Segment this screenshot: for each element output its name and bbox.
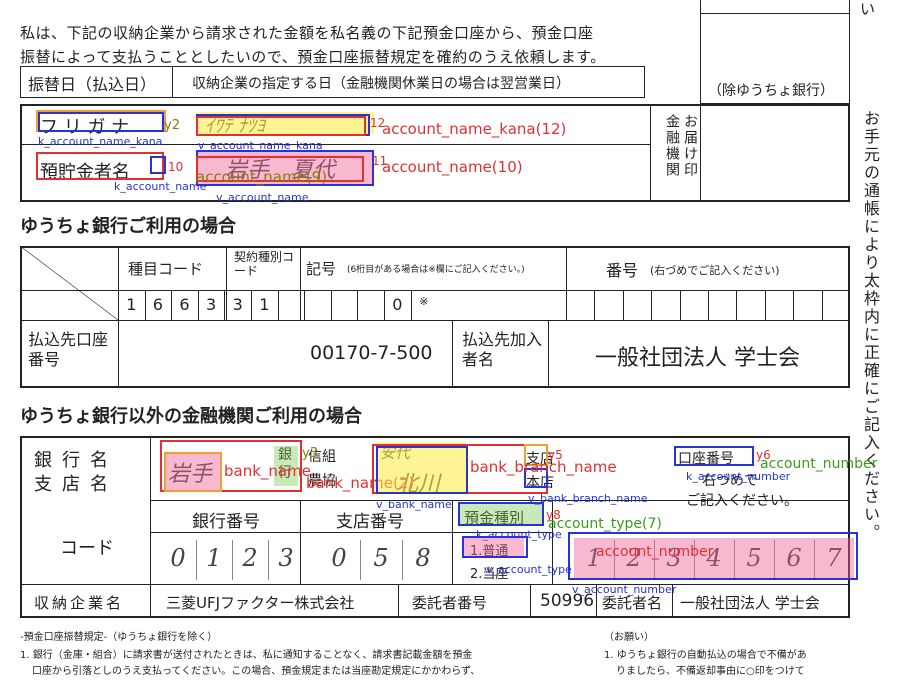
code-label: コード (60, 538, 114, 559)
annotation-y3: y3 (302, 446, 318, 461)
footer-left-line-2: 口座から引落としのうえ支払ってください。この場合、預金規定または当座勘定規定にか… (32, 666, 481, 677)
name-key-red-box (36, 152, 164, 180)
consignor-name: 一般社団法人 学士会 (680, 594, 820, 612)
branch-number-digit: 0 (331, 544, 347, 572)
seal-label-2: お届け印 (682, 114, 698, 178)
annotation-y5: y5 (548, 448, 563, 462)
bank-branch-name-label: bank_branch_name (470, 458, 617, 476)
branch-value-box (376, 446, 468, 494)
yucho-col-kigo: 記号 (306, 260, 337, 278)
yucho-digit-cell (357, 290, 385, 320)
payee-value: 00170-7-500 (310, 342, 433, 364)
account-number-value-label: account_number (596, 544, 714, 560)
yucho-digit: ※ (419, 295, 429, 308)
yucho-right-cell-divider (651, 290, 653, 320)
company-label: 収納企業名 (34, 594, 125, 612)
company-value: 三菱UFJファクター株式会社 (166, 594, 355, 612)
consignor-number-label: 委託者番号 (412, 594, 488, 612)
side-instruction: お手元の通帳により太枠内に正確にご記入ください。 (861, 110, 880, 542)
yucho-digit-cell (304, 290, 332, 320)
yucho-section-title: ゆうちょ銀行ご利用の場合 (20, 216, 236, 237)
yucho-right-cell-divider (708, 290, 709, 320)
yucho-right-cell-divider (566, 290, 567, 320)
bank-label: 銀行名 (34, 450, 118, 471)
v-account-type-label: v_account_type (486, 563, 572, 576)
kana-value-red-box (196, 116, 366, 136)
name-key-box (150, 156, 166, 174)
bank-value-orange-box (164, 452, 222, 492)
right-align-note-2: ご記入ください。 (686, 493, 798, 509)
subscriber-label: 払込先加入者名 (462, 330, 543, 369)
yucho-diagonal (20, 246, 118, 320)
intro-line-2: 振替によって支払うこととしたいので、預金口座振替規定を確約のうえ依頼します。 (20, 48, 606, 66)
bank-number-digit: 0 (170, 544, 186, 572)
yucho-digit: 6 (179, 295, 190, 314)
yucho-col-code: 種目コード (128, 260, 204, 278)
annotation-y11: 11 (372, 154, 388, 168)
yucho-digit: 1 (126, 295, 137, 314)
yucho-digit: 3 (206, 295, 217, 314)
yucho-col-type: 契約種別コード (234, 250, 295, 278)
yucho-right-cell-divider (821, 290, 823, 320)
v-account-name-label: v_account_name (216, 191, 309, 204)
top-right-char: い (860, 0, 876, 18)
transfer-label: 振替日（払込日） (28, 75, 157, 94)
yucho-col-bango-note: (右づめでご記入ください) (650, 264, 780, 277)
intro-line-1: 私は、下記の収納企業から請求された金額を私名義の下記預金口座から、預金口座 (20, 24, 594, 42)
account-type-label: account_type(7) (548, 516, 662, 532)
yucho-digit-cell (330, 290, 359, 320)
annotation-y10: 10 (168, 160, 184, 174)
branch-number-digit: 8 (415, 544, 431, 572)
k-account-name-kana-label: k_account_name_kana (38, 135, 163, 148)
yucho-col-bango: 番号 (606, 261, 639, 280)
other-section-title: ゆうちょ銀行以外の金融機関ご利用の場合 (20, 406, 362, 427)
yucho-right-cell-divider (793, 290, 795, 320)
account-name-9-label: account_name(9) (196, 168, 328, 186)
branch-number-digit: 5 (373, 544, 389, 572)
footer-right-line-2: りましたら、不備返却事由に○印をつけて (616, 666, 805, 677)
bank-number-digit: 2 (242, 544, 258, 572)
account-number-label: account_number (760, 456, 878, 472)
k-account-name-label: k_account_name (114, 180, 207, 193)
bank-number-label: 銀行番号 (192, 512, 260, 532)
yucho-right-cell-divider (736, 290, 738, 320)
account-type-value-box (462, 536, 528, 558)
transfer-value: 収納企業の指定する日（金融機関休業日の場合は翌営業日） (192, 76, 570, 92)
annotation-y2: y2 (164, 118, 180, 133)
yucho-col-kigo-note: (6桁目がある場合は※欄にご記入ください。) (347, 265, 525, 275)
yucho-right-cell-divider (764, 290, 766, 320)
yucho-digit-cell (277, 290, 306, 320)
yucho-right-cell-divider (622, 290, 624, 320)
footer-right-title: （お願い） (604, 632, 654, 643)
footer-left-line-1: 1. 銀行（金庫・組合）に請求書が送付されたときは、私に通知することなく、請求書… (20, 650, 473, 661)
subscriber-value: 一般社団法人 学士会 (595, 346, 800, 371)
account-type-key-box (458, 502, 544, 526)
bank-number-digit: 1 (206, 544, 222, 572)
bank-number-digit: 3 (278, 544, 294, 572)
account-name-kana-label: account_name_kana(12) (382, 120, 567, 138)
kana-key-box (38, 112, 164, 132)
yucho-right-cell-divider (594, 290, 596, 320)
v-bank-branch-name-label: v_bank_branch_name (528, 492, 648, 505)
bank-name-label: bank_name (224, 462, 311, 480)
v-account-number-label: v_account_number (572, 583, 677, 596)
account-name-label: account_name(10) (382, 158, 523, 176)
annotation-y12: 12 (370, 116, 386, 130)
top-right-box (700, 0, 850, 14)
seal-label-1: 金融機関 (664, 114, 680, 178)
branch-label: 支店名 (34, 474, 118, 495)
payee-label: 払込先口座番号 (28, 330, 109, 369)
footer-right-line-1: 1. ゆうちょ銀行の自動払込の場合で不備があ (604, 650, 807, 661)
yucho-digit: 1 (259, 295, 270, 314)
yucho-exclusion-note: （除ゆうちょ銀行） (708, 83, 834, 99)
footer-left-title: -預金口座振替規定-（ゆうちょ銀行を除く） (20, 632, 218, 643)
v-bank-name-label: v_bank_name (376, 498, 452, 511)
yucho-digit: 0 (392, 295, 403, 314)
yucho-right-cell-divider (679, 290, 681, 320)
yucho-digit: 3 (232, 295, 243, 314)
yucho-digit: 6 (152, 295, 163, 314)
account-number-key-box (674, 446, 754, 466)
